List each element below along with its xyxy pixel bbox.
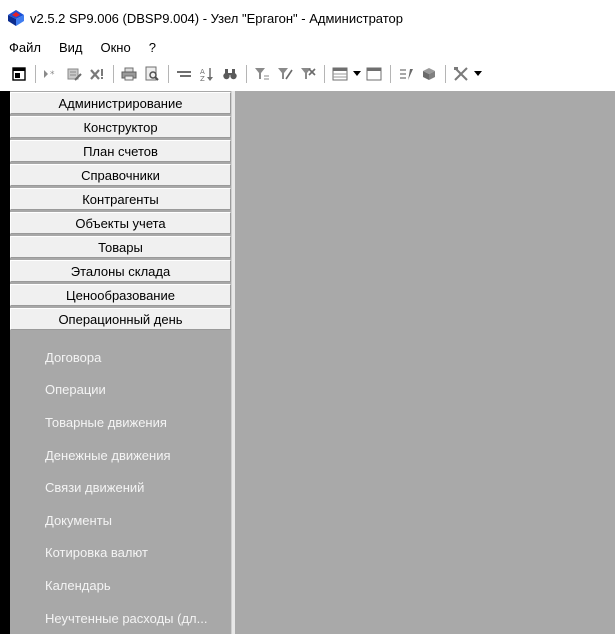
menu-help[interactable]: ? bbox=[140, 40, 165, 55]
app-logo-icon bbox=[5, 7, 27, 29]
toolbar-separator bbox=[390, 65, 391, 83]
sort-icon[interactable]: AZ bbox=[197, 64, 217, 84]
toolbar-separator bbox=[246, 65, 247, 83]
nav-item-contracts[interactable]: Договора bbox=[10, 341, 231, 374]
nav-section-goods[interactable]: Товары bbox=[10, 236, 231, 258]
delete-record-icon[interactable] bbox=[87, 64, 107, 84]
nav-section-chart-of-accounts[interactable]: План счетов bbox=[10, 140, 231, 162]
nav-item-currency-rates[interactable]: Котировка валют bbox=[10, 537, 231, 570]
find-icon[interactable] bbox=[220, 64, 240, 84]
window-icon[interactable] bbox=[364, 64, 384, 84]
nav-section-warehouse-standards[interactable]: Эталоны склада bbox=[10, 260, 231, 282]
show-panel-icon[interactable] bbox=[9, 64, 29, 84]
new-record-icon[interactable]: * bbox=[41, 64, 61, 84]
nav-section-accounting-objects[interactable]: Объекты учета bbox=[10, 212, 231, 234]
title-bar: v2.5.2 SP9.006 (DBSP9.004) - Узел "Ергаг… bbox=[0, 0, 615, 36]
nav-section-directories[interactable]: Справочники bbox=[10, 164, 231, 186]
window-title: v2.5.2 SP9.006 (DBSP9.004) - Узел "Ергаг… bbox=[30, 10, 404, 26]
svg-text:Z: Z bbox=[200, 75, 205, 82]
tools-icon[interactable] bbox=[451, 64, 471, 84]
nav-item-movement-links[interactable]: Связи движений bbox=[10, 471, 231, 504]
filter-icon[interactable] bbox=[252, 64, 272, 84]
nav-item-operations[interactable]: Операции bbox=[10, 374, 231, 407]
nav-section-pricing[interactable]: Ценообразование bbox=[10, 284, 231, 306]
nav-item-unaccounted-expenses[interactable]: Неучтенные расходы (дл... bbox=[10, 602, 231, 634]
nav-item-cash-movements[interactable]: Денежные движения bbox=[10, 439, 231, 472]
nav-section-constructor[interactable]: Конструктор bbox=[10, 116, 231, 138]
nav-section-counterparties[interactable]: Контрагенты bbox=[10, 188, 231, 210]
nav-section-administration[interactable]: Администрирование bbox=[10, 92, 231, 114]
chevron-down-icon[interactable] bbox=[474, 64, 482, 84]
filter-clear-icon[interactable] bbox=[298, 64, 318, 84]
toolbar-separator bbox=[445, 65, 446, 83]
nav-item-goods-movements[interactable]: Товарные движения bbox=[10, 406, 231, 439]
navigation-panel: Администрирование Конструктор План счето… bbox=[10, 91, 231, 634]
execute-icon[interactable] bbox=[396, 64, 416, 84]
print-icon[interactable] bbox=[119, 64, 139, 84]
cube-icon[interactable] bbox=[419, 64, 439, 84]
grid-view-icon[interactable] bbox=[330, 64, 350, 84]
toolbar-separator bbox=[324, 65, 325, 83]
nav-item-calendar[interactable]: Календарь bbox=[10, 569, 231, 602]
toolbar-separator bbox=[168, 65, 169, 83]
operational-day-items: Договора Операции Товарные движения Дене… bbox=[10, 332, 231, 634]
app-window: v2.5.2 SP9.006 (DBSP9.004) - Узел "Ергаг… bbox=[0, 0, 615, 634]
window-edge bbox=[0, 91, 10, 634]
nav-section-list: Администрирование Конструктор План счето… bbox=[10, 92, 231, 330]
toolbar: * AZ bbox=[0, 58, 615, 90]
nav-item-documents[interactable]: Документы bbox=[10, 504, 231, 537]
edit-record-icon[interactable] bbox=[64, 64, 84, 84]
nav-section-operational-day[interactable]: Операционный день bbox=[10, 308, 231, 330]
filter-edit-icon[interactable] bbox=[275, 64, 295, 84]
menu-file[interactable]: Файл bbox=[0, 40, 50, 55]
svg-text:*: * bbox=[50, 70, 55, 80]
preview-icon[interactable] bbox=[142, 64, 162, 84]
collapse-icon[interactable] bbox=[174, 64, 194, 84]
toolbar-separator bbox=[113, 65, 114, 83]
mdi-workspace bbox=[235, 91, 615, 634]
menu-view[interactable]: Вид bbox=[50, 40, 92, 55]
toolbar-separator bbox=[35, 65, 36, 83]
menu-bar: Файл Вид Окно ? bbox=[0, 36, 615, 58]
menu-window[interactable]: Окно bbox=[92, 40, 140, 55]
chevron-down-icon[interactable] bbox=[353, 64, 361, 84]
